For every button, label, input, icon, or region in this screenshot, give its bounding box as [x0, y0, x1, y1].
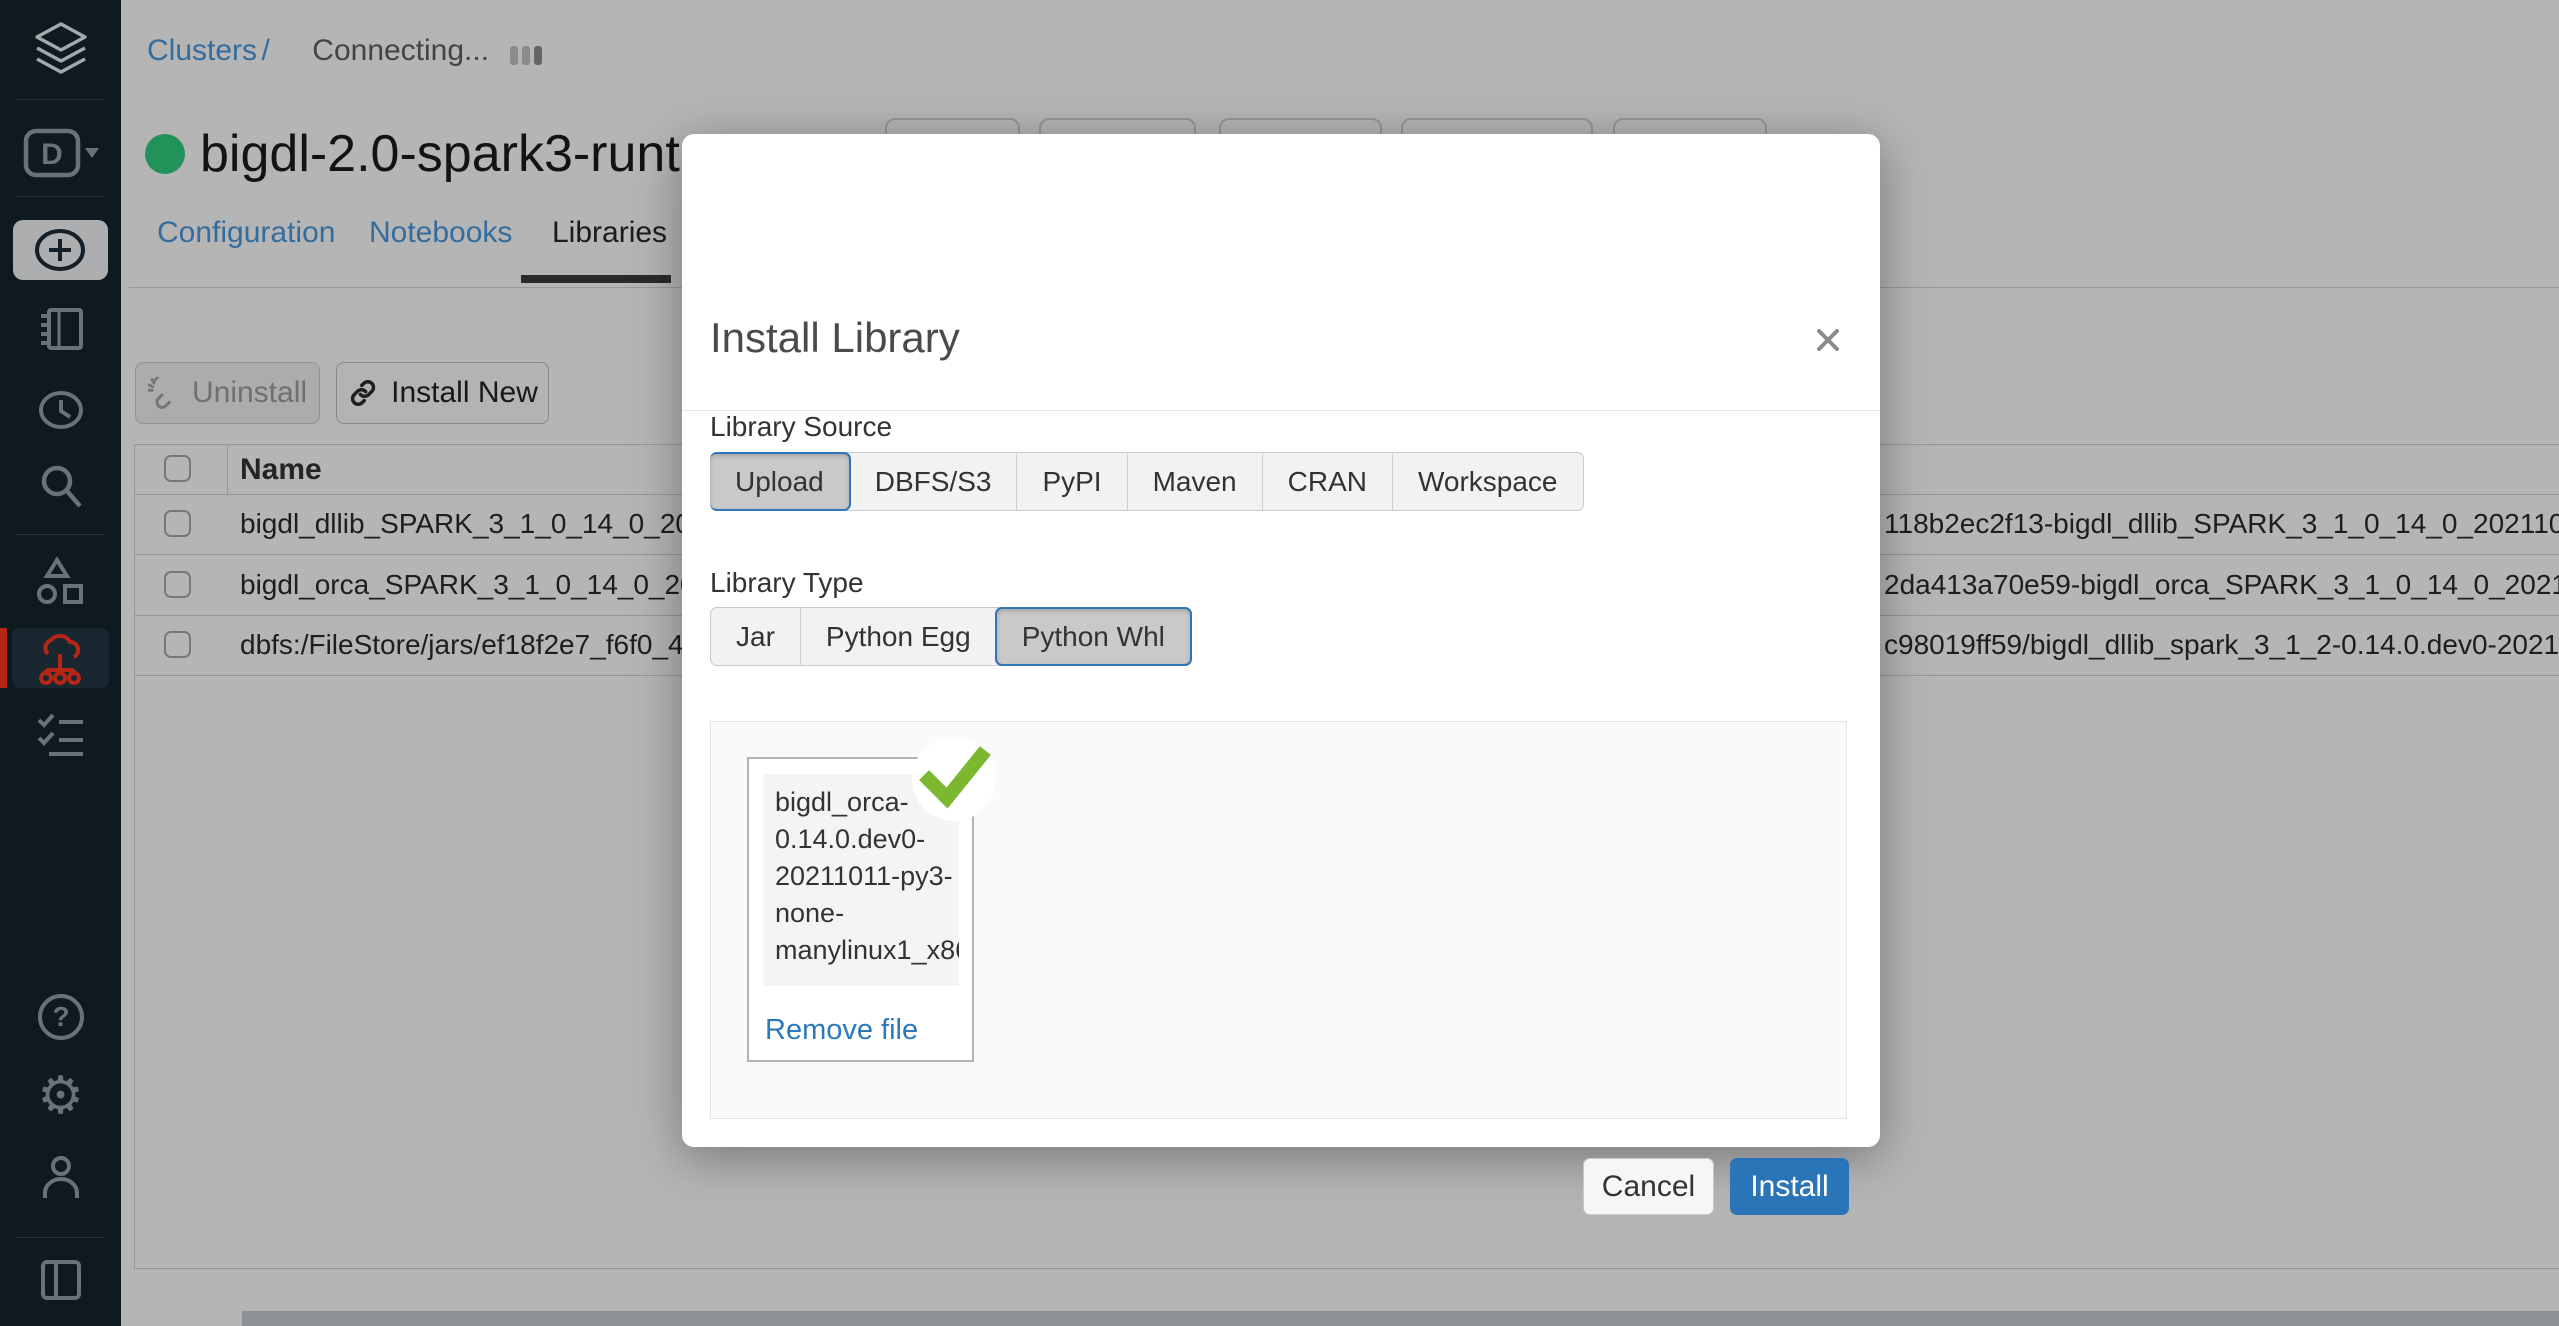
file-dropzone[interactable]: bigdl_orca- 0.14.0.dev0- 20211011-py3- n…	[710, 721, 1847, 1119]
library-type-option-jar[interactable]: Jar	[711, 608, 800, 665]
library-source-label: Library Source	[710, 411, 892, 443]
library-source-option-workspace[interactable]: Workspace	[1392, 453, 1583, 510]
uploaded-file-card: bigdl_orca- 0.14.0.dev0- 20211011-py3- n…	[747, 757, 974, 1062]
library-source-option-upload[interactable]: Upload	[710, 452, 851, 511]
check-icon	[915, 746, 993, 812]
library-type-option-python-whl[interactable]: Python Whl	[995, 607, 1192, 666]
upload-success-badge	[912, 737, 996, 821]
install-button[interactable]: Install	[1730, 1158, 1849, 1215]
library-source-option-dbfs-s3[interactable]: DBFS/S3	[850, 453, 1017, 510]
library-type-label: Library Type	[710, 567, 864, 599]
modal-body: Library Source UploadDBFS/S3PyPIMavenCRA…	[682, 233, 1880, 1147]
library-source-option-maven[interactable]: Maven	[1127, 453, 1262, 510]
install-library-modal: Install Library Library Source UploadDBF…	[682, 134, 1880, 1147]
library-source-option-pypi[interactable]: PyPI	[1016, 453, 1126, 510]
library-source-option-cran[interactable]: CRAN	[1262, 453, 1392, 510]
cancel-button[interactable]: Cancel	[1583, 1158, 1714, 1215]
library-source-group: UploadDBFS/S3PyPIMavenCRANWorkspace	[710, 452, 1584, 511]
library-type-group: JarPython EggPython Whl	[710, 607, 1192, 666]
remove-file-link[interactable]: Remove file	[765, 1014, 918, 1047]
library-type-option-python-egg[interactable]: Python Egg	[800, 608, 996, 665]
screen: D	[0, 0, 2559, 1326]
